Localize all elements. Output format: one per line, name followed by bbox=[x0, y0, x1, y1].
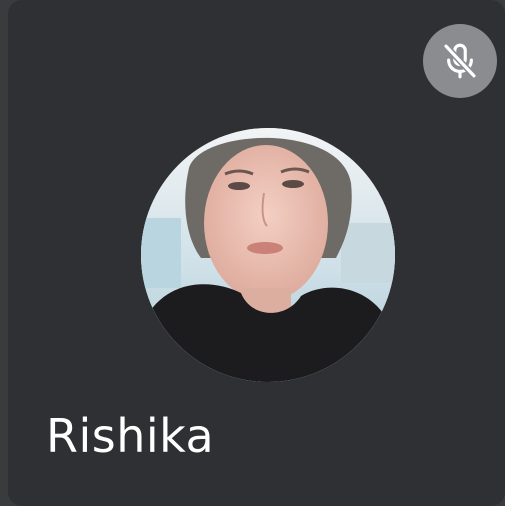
participant-photo bbox=[141, 128, 395, 382]
mute-indicator bbox=[423, 24, 497, 98]
participant-name: Rishika bbox=[46, 409, 215, 463]
mic-off-icon bbox=[442, 42, 478, 80]
avatar bbox=[141, 128, 395, 382]
participant-tile[interactable]: Rishika bbox=[8, 0, 505, 506]
